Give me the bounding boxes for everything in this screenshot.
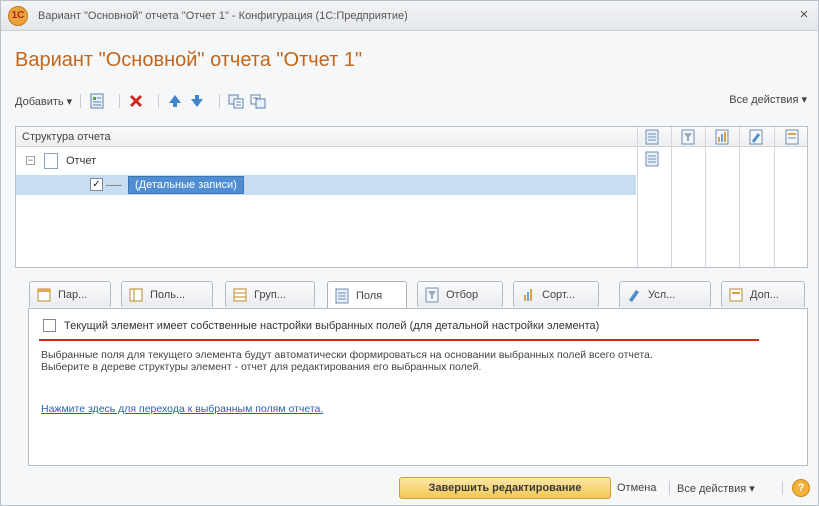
filter-icon <box>424 287 440 303</box>
bottom-separator <box>782 481 783 495</box>
go-to-report-fields-link[interactable]: Нажмите здесь для перехода к выбранным п… <box>41 403 323 415</box>
tab-grouping[interactable]: Груп... <box>225 281 315 307</box>
title-bar: 1С Вариант "Основной" отчета "Отчет 1" -… <box>1 1 818 31</box>
detail-records-checkbox[interactable]: ✓ <box>90 178 103 191</box>
bottom-command-bar: Завершить редактирование Отмена Все дейс… <box>1 471 818 505</box>
red-underline-annotation <box>39 339 759 341</box>
all-actions-menu[interactable]: Все действия ▾ <box>729 93 807 106</box>
tree-row-detail-records[interactable]: ✓ (Детальные записи) <box>16 175 636 195</box>
column-divider <box>739 127 740 267</box>
close-icon[interactable]: × <box>796 7 812 23</box>
toolbar: Добавить ▾ Все действия ▾ <box>15 91 807 111</box>
toolbar-separator <box>219 94 221 108</box>
toolbar-separator <box>80 94 82 108</box>
tree-row-report[interactable]: − Отчет <box>16 151 636 171</box>
tree-node-label: Отчет <box>66 155 97 167</box>
tree-header-label: Структура отчета <box>22 131 111 143</box>
other-settings-icon <box>728 287 744 303</box>
tree-connector <box>106 185 122 186</box>
info-text: Выбранные поля для текущего элемента буд… <box>41 349 781 373</box>
tab-parameters[interactable]: Пар... <box>29 281 111 307</box>
report-variant-window: 1С Вариант "Основной" отчета "Отчет 1" -… <box>0 0 819 506</box>
own-fields-setting: Текущий элемент имеет собственные настро… <box>43 319 599 332</box>
add-button-label: Добавить ▾ <box>15 95 73 108</box>
tab-label: Усл... <box>648 288 676 301</box>
tab-label: Поля <box>356 289 383 302</box>
order-column-icon <box>714 129 730 145</box>
tab-fields[interactable]: Поля <box>327 281 407 309</box>
column-divider <box>637 127 638 267</box>
sort-icon <box>520 287 536 303</box>
bottom-separator <box>669 481 670 495</box>
delete-icon[interactable] <box>128 93 144 109</box>
user-fields-icon <box>128 287 144 303</box>
move-up-icon[interactable] <box>167 93 183 109</box>
tree-header: Структура отчета <box>16 127 807 147</box>
window-title: Вариант "Основной" отчета "Отчет 1" - Ко… <box>38 9 408 22</box>
move-down-icon[interactable] <box>189 93 205 109</box>
filter-column-icon <box>680 129 696 145</box>
tab-user-fields[interactable]: Поль... <box>121 281 213 307</box>
tab-label: Груп... <box>254 288 286 301</box>
report-node-icon <box>44 153 58 169</box>
info-line-2: Выберите в дереве структуры элемент - от… <box>41 361 482 373</box>
brush-icon <box>626 287 642 303</box>
collapse-icon[interactable]: − <box>26 156 35 165</box>
own-fields-checkbox[interactable] <box>43 319 56 332</box>
tab-label: Пар... <box>58 288 88 301</box>
fields-icon <box>334 288 350 304</box>
grouping-icon <box>232 287 248 303</box>
fields-tab-panel: Текущий элемент имеет собственные настро… <box>28 308 808 466</box>
fields-set-icon <box>644 151 660 167</box>
conditional-appearance-column-icon <box>748 129 764 145</box>
help-icon[interactable]: ? <box>792 479 810 497</box>
toolbar-separator <box>158 94 160 108</box>
cancel-button[interactable]: Отмена <box>617 482 656 494</box>
toolbar-separator <box>119 94 121 108</box>
tab-filter[interactable]: Отбор <box>417 281 503 307</box>
tab-other-settings[interactable]: Доп... <box>721 281 805 307</box>
group-icon[interactable] <box>228 93 244 109</box>
tab-sort[interactable]: Сорт... <box>513 281 599 307</box>
tab-label: Доп... <box>750 288 779 301</box>
add-button[interactable]: Добавить ▾ <box>15 95 72 108</box>
tab-label: Отбор <box>446 288 479 301</box>
column-divider <box>774 127 775 267</box>
page-title: Вариант "Основной" отчета "Отчет 1" <box>15 49 363 71</box>
info-line-1: Выбранные поля для текущего элемента буд… <box>41 349 653 361</box>
ungroup-icon[interactable] <box>250 93 266 109</box>
tree-node-label-selected: (Детальные записи) <box>128 176 244 194</box>
tab-conditional-appearance[interactable]: Усл... <box>619 281 711 307</box>
own-fields-checkbox-label: Текущий элемент имеет собственные настро… <box>64 319 600 332</box>
report-settings-icon[interactable] <box>89 93 105 109</box>
tab-label: Поль... <box>150 288 186 301</box>
report-structure-tree[interactable]: Структура отчета − Отчет ✓ (Детальные за… <box>15 126 808 268</box>
1c-logo-icon: 1С <box>8 5 28 26</box>
other-settings-column-icon <box>784 129 800 145</box>
settings-tabs: Пар... Поль... Груп... Поля Отбор Сорт..… <box>29 281 810 309</box>
column-divider <box>671 127 672 267</box>
all-actions-menu-bottom[interactable]: Все действия ▾ <box>677 482 755 495</box>
calendar-icon <box>36 287 52 303</box>
fields-column-icon <box>644 129 660 145</box>
finish-editing-button[interactable]: Завершить редактирование <box>399 477 611 499</box>
column-divider <box>705 127 706 267</box>
tab-label: Сорт... <box>542 288 575 301</box>
